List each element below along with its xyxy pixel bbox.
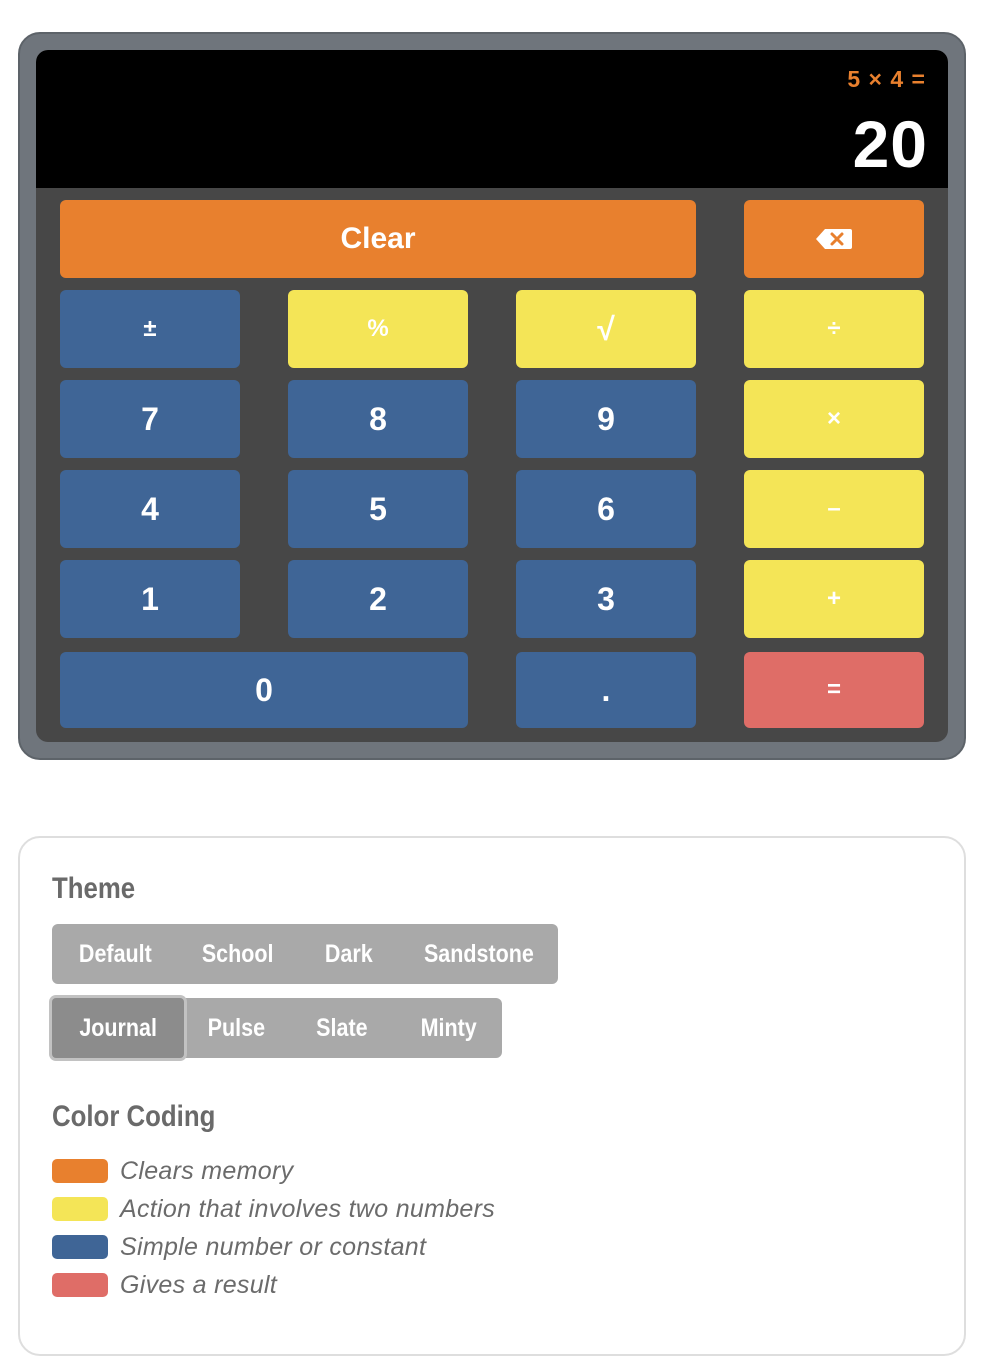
equals-button[interactable]: = [744, 652, 924, 728]
theme-default-button[interactable]: Default [52, 924, 178, 984]
percent-button[interactable]: % [288, 290, 468, 368]
legend-swatch-red [52, 1273, 108, 1297]
digit-4-button[interactable]: 4 [60, 470, 240, 548]
legend-swatch-blue [52, 1235, 108, 1259]
divide-button[interactable]: ÷ [744, 290, 924, 368]
digit-7-button[interactable]: 7 [60, 380, 240, 458]
multiply-button[interactable]: × [744, 380, 924, 458]
color-coding-heading: Color Coding [52, 1100, 216, 1133]
backspace-icon [816, 229, 852, 249]
theme-pulse-label: Pulse [207, 1013, 265, 1042]
legend-label: Simple number or constant [120, 1232, 427, 1261]
clear-button[interactable]: Clear [60, 200, 696, 278]
digit-3-button[interactable]: 3 [516, 560, 696, 638]
theme-slate-label: Slate [316, 1013, 368, 1042]
theme-sandstone-label: Sandstone [424, 939, 534, 968]
theme-journal-label: Journal [79, 1013, 157, 1042]
theme-school-button[interactable]: School [178, 924, 298, 984]
subtract-button[interactable]: – [744, 470, 924, 548]
plus-minus-button[interactable]: ± [60, 290, 240, 368]
theme-school-label: School [202, 939, 274, 968]
legend-label: Action that involves two numbers [120, 1194, 496, 1223]
theme-heading: Theme [52, 872, 136, 905]
add-button[interactable]: + [744, 560, 924, 638]
digit-1-button[interactable]: 1 [60, 560, 240, 638]
legend-label: Gives a result [120, 1270, 278, 1299]
square-root-button[interactable]: √ [516, 290, 696, 368]
legend-label: Clears memory [120, 1156, 294, 1185]
theme-button-group-1: Default School Dark Sandstone [52, 924, 558, 984]
digit-5-button[interactable]: 5 [288, 470, 468, 548]
expression-readout: 5 × 4 = [847, 66, 926, 92]
theme-journal-button[interactable]: Journal [52, 998, 184, 1058]
theme-dark-button[interactable]: Dark [298, 924, 400, 984]
theme-button-group-2: Journal Pulse Slate Minty [52, 998, 502, 1058]
settings-panel: Theme Default School Dark Sandstone Jour… [18, 836, 966, 1356]
digit-0-button[interactable]: 0 [60, 652, 468, 728]
digit-2-button[interactable]: 2 [288, 560, 468, 638]
theme-minty-label: Minty [420, 1013, 478, 1042]
theme-default-label: Default [78, 939, 152, 968]
legend-item-two-number-action: Action that involves two numbers [52, 1194, 495, 1224]
calculator-body: 5 × 4 = 20 Clear ± % √ ÷ 7 8 9 × 4 5 6 –… [36, 50, 948, 742]
legend-item-clears: Clears memory [52, 1156, 293, 1186]
digit-9-button[interactable]: 9 [516, 380, 696, 458]
legend-item-result: Gives a result [52, 1270, 277, 1300]
calculator: 5 × 4 = 20 Clear ± % √ ÷ 7 8 9 × 4 5 6 –… [18, 32, 966, 760]
calculator-display: 5 × 4 = 20 [36, 50, 948, 188]
digit-6-button[interactable]: 6 [516, 470, 696, 548]
theme-pulse-button[interactable]: Pulse [184, 998, 288, 1058]
theme-minty-button[interactable]: Minty [396, 998, 502, 1058]
digit-8-button[interactable]: 8 [288, 380, 468, 458]
legend-item-number: Simple number or constant [52, 1232, 426, 1262]
result-readout: 20 [852, 107, 928, 181]
backspace-button[interactable] [744, 200, 924, 278]
legend-swatch-yellow [52, 1197, 108, 1221]
theme-dark-label: Dark [325, 939, 373, 968]
theme-slate-button[interactable]: Slate [288, 998, 396, 1058]
theme-sandstone-button[interactable]: Sandstone [400, 924, 558, 984]
decimal-button[interactable]: . [516, 652, 696, 728]
legend-swatch-orange [52, 1159, 108, 1183]
